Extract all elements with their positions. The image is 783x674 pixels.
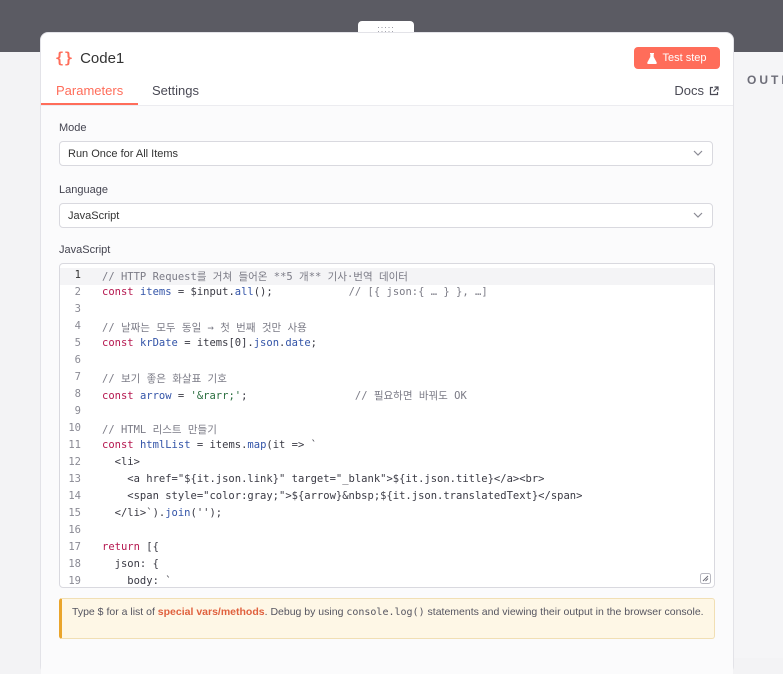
code-text: <li> bbox=[102, 456, 140, 468]
line-number: 12 bbox=[68, 456, 81, 468]
line-number: 13 bbox=[68, 473, 81, 485]
code-text: const krDate = items[0].json.date; bbox=[102, 337, 317, 349]
line-number: 5 bbox=[74, 337, 81, 349]
parameters-content: Mode Run Once for All Items Language Jav… bbox=[41, 105, 733, 674]
tab-parameters[interactable]: Parameters bbox=[56, 83, 123, 98]
line-number: 11 bbox=[68, 439, 81, 451]
code-text: json: { bbox=[102, 558, 159, 570]
line-number: 8 bbox=[74, 388, 81, 400]
test-step-button[interactable]: Test step bbox=[634, 47, 720, 69]
code-text: // 보기 좋은 화살표 기호 bbox=[102, 373, 227, 385]
code-line[interactable]: 17 return [{ bbox=[60, 540, 714, 557]
code-text: const htmlList = items.map(it => ` bbox=[102, 439, 317, 451]
mode-label: Mode bbox=[59, 122, 87, 134]
code-line[interactable]: 14 <span style="color:gray;">${arrow}&nb… bbox=[60, 489, 714, 506]
line-number: 1 bbox=[74, 269, 81, 281]
test-step-label: Test step bbox=[662, 52, 707, 64]
line-number: 16 bbox=[68, 524, 81, 536]
code-text: body: ` bbox=[102, 575, 172, 587]
code-text: // HTML 리스트 만들기 bbox=[102, 424, 217, 436]
line-number: 17 bbox=[68, 541, 81, 553]
code-text: // HTTP Request를 거쳐 들어온 **5 개** 기사·번역 데이… bbox=[102, 271, 408, 283]
tab-bar: Parameters Settings Docs bbox=[41, 81, 733, 105]
code-text: const arrow = '&rarr;'; // 필요하면 바꿔도 OK bbox=[102, 390, 467, 402]
line-number: 18 bbox=[68, 558, 81, 570]
line-number: 2 bbox=[74, 286, 81, 298]
code-line[interactable]: 19 body: ` bbox=[60, 574, 714, 587]
docs-link[interactable]: Docs bbox=[674, 83, 719, 98]
flask-icon bbox=[647, 52, 658, 64]
output-panel bbox=[732, 52, 783, 658]
tab-settings[interactable]: Settings bbox=[152, 83, 199, 98]
code-line[interactable]: 6 bbox=[60, 353, 714, 370]
code-line[interactable]: 4 // 날짜는 모두 동일 → 첫 번째 것만 사용 bbox=[60, 319, 714, 336]
code-text: <span style="color:gray;">${arrow}&nbsp;… bbox=[102, 490, 583, 502]
hint-text-middle: . Debug by using bbox=[264, 606, 347, 618]
line-number: 14 bbox=[68, 490, 81, 502]
hint-text-start: Type $ for a list of bbox=[72, 606, 158, 618]
docs-label: Docs bbox=[674, 83, 704, 98]
code-text: // 날짜는 모두 동일 → 첫 번째 것만 사용 bbox=[102, 322, 307, 334]
console-log-code: console.log() bbox=[346, 607, 425, 618]
code-text: return [{ bbox=[102, 541, 159, 553]
code-line[interactable]: 13 <a href="${it.json.link}" target="_bl… bbox=[60, 472, 714, 489]
code-braces-icon: {} bbox=[55, 49, 74, 67]
mode-select[interactable]: Run Once for All Items bbox=[59, 141, 713, 166]
chevron-down-icon bbox=[693, 212, 703, 218]
line-number: 15 bbox=[68, 507, 81, 519]
code-line[interactable]: 12 <li> bbox=[60, 455, 714, 472]
line-number: 9 bbox=[74, 405, 81, 417]
line-number: 7 bbox=[74, 371, 81, 383]
special-vars-link[interactable]: special vars/methods bbox=[158, 606, 265, 618]
output-label: OUTPUT bbox=[747, 73, 783, 87]
external-link-icon bbox=[709, 85, 719, 95]
code-text: </li>`).join(''); bbox=[102, 507, 223, 519]
line-number: 19 bbox=[68, 575, 81, 587]
code-line[interactable]: 3 bbox=[60, 302, 714, 319]
mode-value: Run Once for All Items bbox=[68, 148, 179, 160]
code-line[interactable]: 1 // HTTP Request를 거쳐 들어온 **5 개** 기사·번역 데… bbox=[60, 268, 714, 285]
code-text: <a href="${it.json.link}" target="_blank… bbox=[102, 473, 545, 485]
hint-box: Type $ for a list of special vars/method… bbox=[59, 598, 715, 639]
language-value: JavaScript bbox=[68, 210, 120, 222]
code-line[interactable]: 11 const htmlList = items.map(it => ` bbox=[60, 438, 714, 455]
language-select[interactable]: JavaScript bbox=[59, 203, 713, 228]
line-number: 10 bbox=[68, 422, 81, 434]
code-line[interactable]: 16 bbox=[60, 523, 714, 540]
code-editor[interactable]: 1 // HTTP Request를 거쳐 들어온 **5 개** 기사·번역 데… bbox=[59, 263, 715, 588]
code-line[interactable]: 10 // HTML 리스트 만들기 bbox=[60, 421, 714, 438]
line-number: 6 bbox=[74, 354, 81, 366]
resize-handle-icon[interactable] bbox=[700, 573, 711, 584]
line-number: 3 bbox=[74, 303, 81, 315]
hint-text-end: statements and viewing their output in t… bbox=[424, 606, 704, 618]
node-title[interactable]: Code1 bbox=[80, 50, 124, 67]
code-line[interactable]: 18 json: { bbox=[60, 557, 714, 574]
code-line[interactable]: 15 </li>`).join(''); bbox=[60, 506, 714, 523]
language-label: Language bbox=[59, 184, 108, 196]
code-text: const items = $input.all(); // [{ json:{… bbox=[102, 286, 488, 298]
node-header: {} Code1 bbox=[55, 47, 124, 69]
javascript-label: JavaScript bbox=[59, 244, 111, 256]
node-panel: {} Code1 Test step Parameters Settings D… bbox=[40, 32, 734, 674]
code-line[interactable]: 2 const items = $input.all(); // [{ json:… bbox=[60, 285, 714, 302]
code-line[interactable]: 7 // 보기 좋은 화살표 기호 bbox=[60, 370, 714, 387]
code-line[interactable]: 5 const krDate = items[0].json.date; bbox=[60, 336, 714, 353]
code-line[interactable]: 9 bbox=[60, 404, 714, 421]
line-number: 4 bbox=[74, 320, 81, 332]
code-line[interactable]: 8 const arrow = '&rarr;'; // 필요하면 바꿔도 OK bbox=[60, 387, 714, 404]
chevron-down-icon bbox=[693, 150, 703, 156]
